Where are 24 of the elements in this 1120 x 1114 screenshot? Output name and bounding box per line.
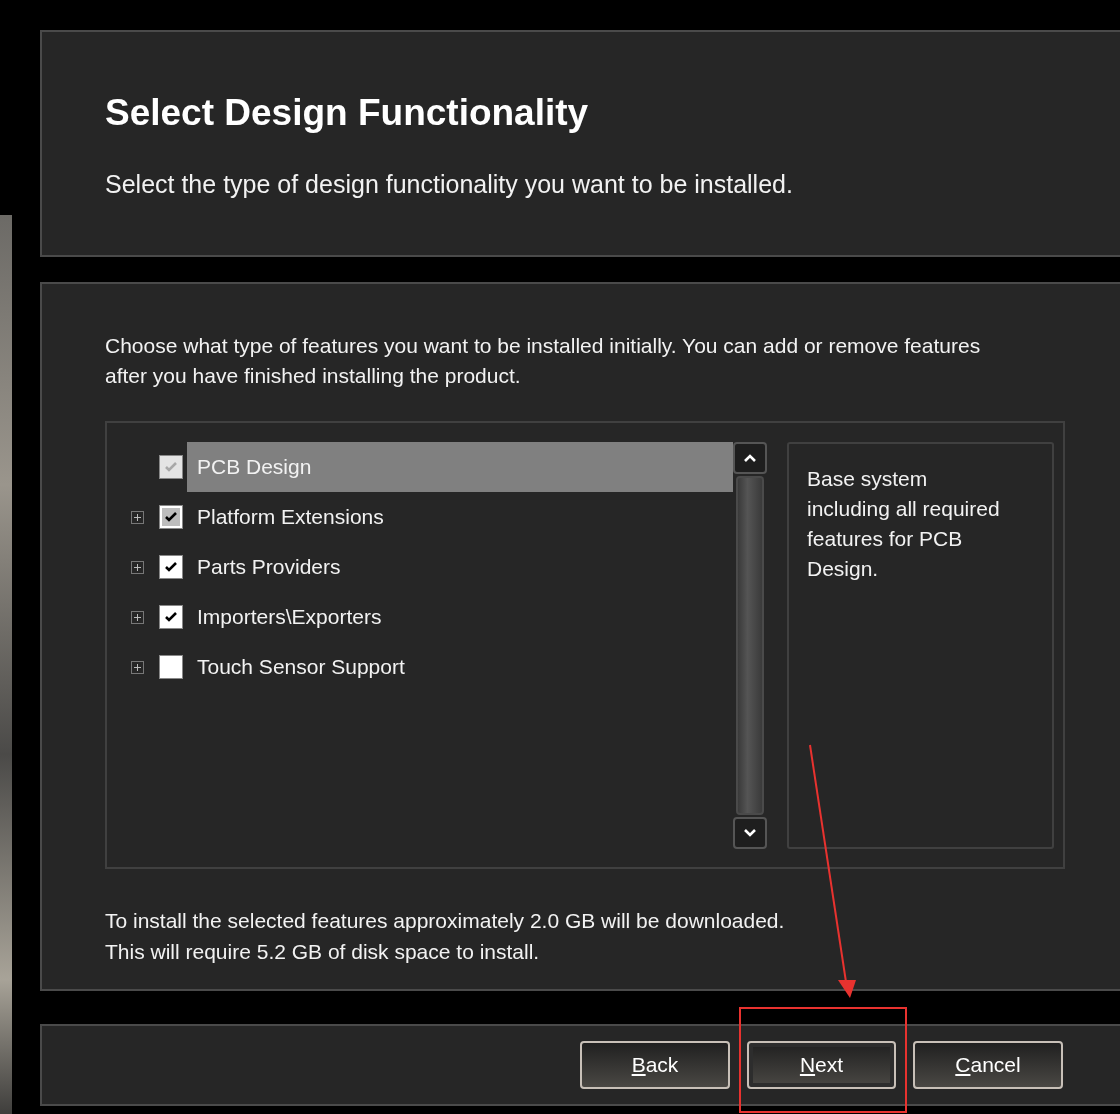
description-text: Base system including all required features for PCB Design. bbox=[787, 442, 1054, 849]
page-title: Select Design Functionality bbox=[105, 92, 590, 134]
scrollbar[interactable] bbox=[733, 442, 767, 849]
summary-text: This will require 5.2 GB of disk space to install. bbox=[105, 939, 541, 965]
tree-item[interactable]: Platform Extensions bbox=[187, 492, 733, 542]
expand-icon[interactable] bbox=[131, 560, 144, 574]
page-subtitle: Select the type of design functionality you want to be installed. bbox=[105, 170, 794, 199]
wizard-button[interactable]: Cancel bbox=[913, 1041, 1063, 1089]
tree-item[interactable]: Parts Providers bbox=[187, 542, 733, 592]
caret-up-icon bbox=[743, 453, 757, 463]
expand-icon[interactable] bbox=[131, 510, 144, 524]
intro-text: Choose what type of features you want to be installed initially. You can add or remove features after you have finished installing the product. bbox=[105, 333, 982, 389]
wizard-button[interactable]: Back bbox=[580, 1041, 730, 1089]
tree-item[interactable]: Touch Sensor Support bbox=[187, 642, 733, 692]
scroll-thumb[interactable] bbox=[736, 476, 764, 815]
expand-icon[interactable] bbox=[131, 610, 144, 624]
summary-text: To install the selected features approximately 2.0 GB will be downloaded. bbox=[105, 908, 786, 934]
wizard-button[interactable]: Next bbox=[747, 1041, 896, 1089]
checkbox[interactable] bbox=[159, 655, 183, 679]
caret-down-icon bbox=[743, 828, 757, 838]
scroll-up-button[interactable] bbox=[733, 442, 767, 474]
expand-icon[interactable] bbox=[131, 660, 144, 674]
scroll-down-button[interactable] bbox=[733, 817, 767, 849]
tree-item[interactable]: Importers\Exporters bbox=[187, 592, 733, 642]
